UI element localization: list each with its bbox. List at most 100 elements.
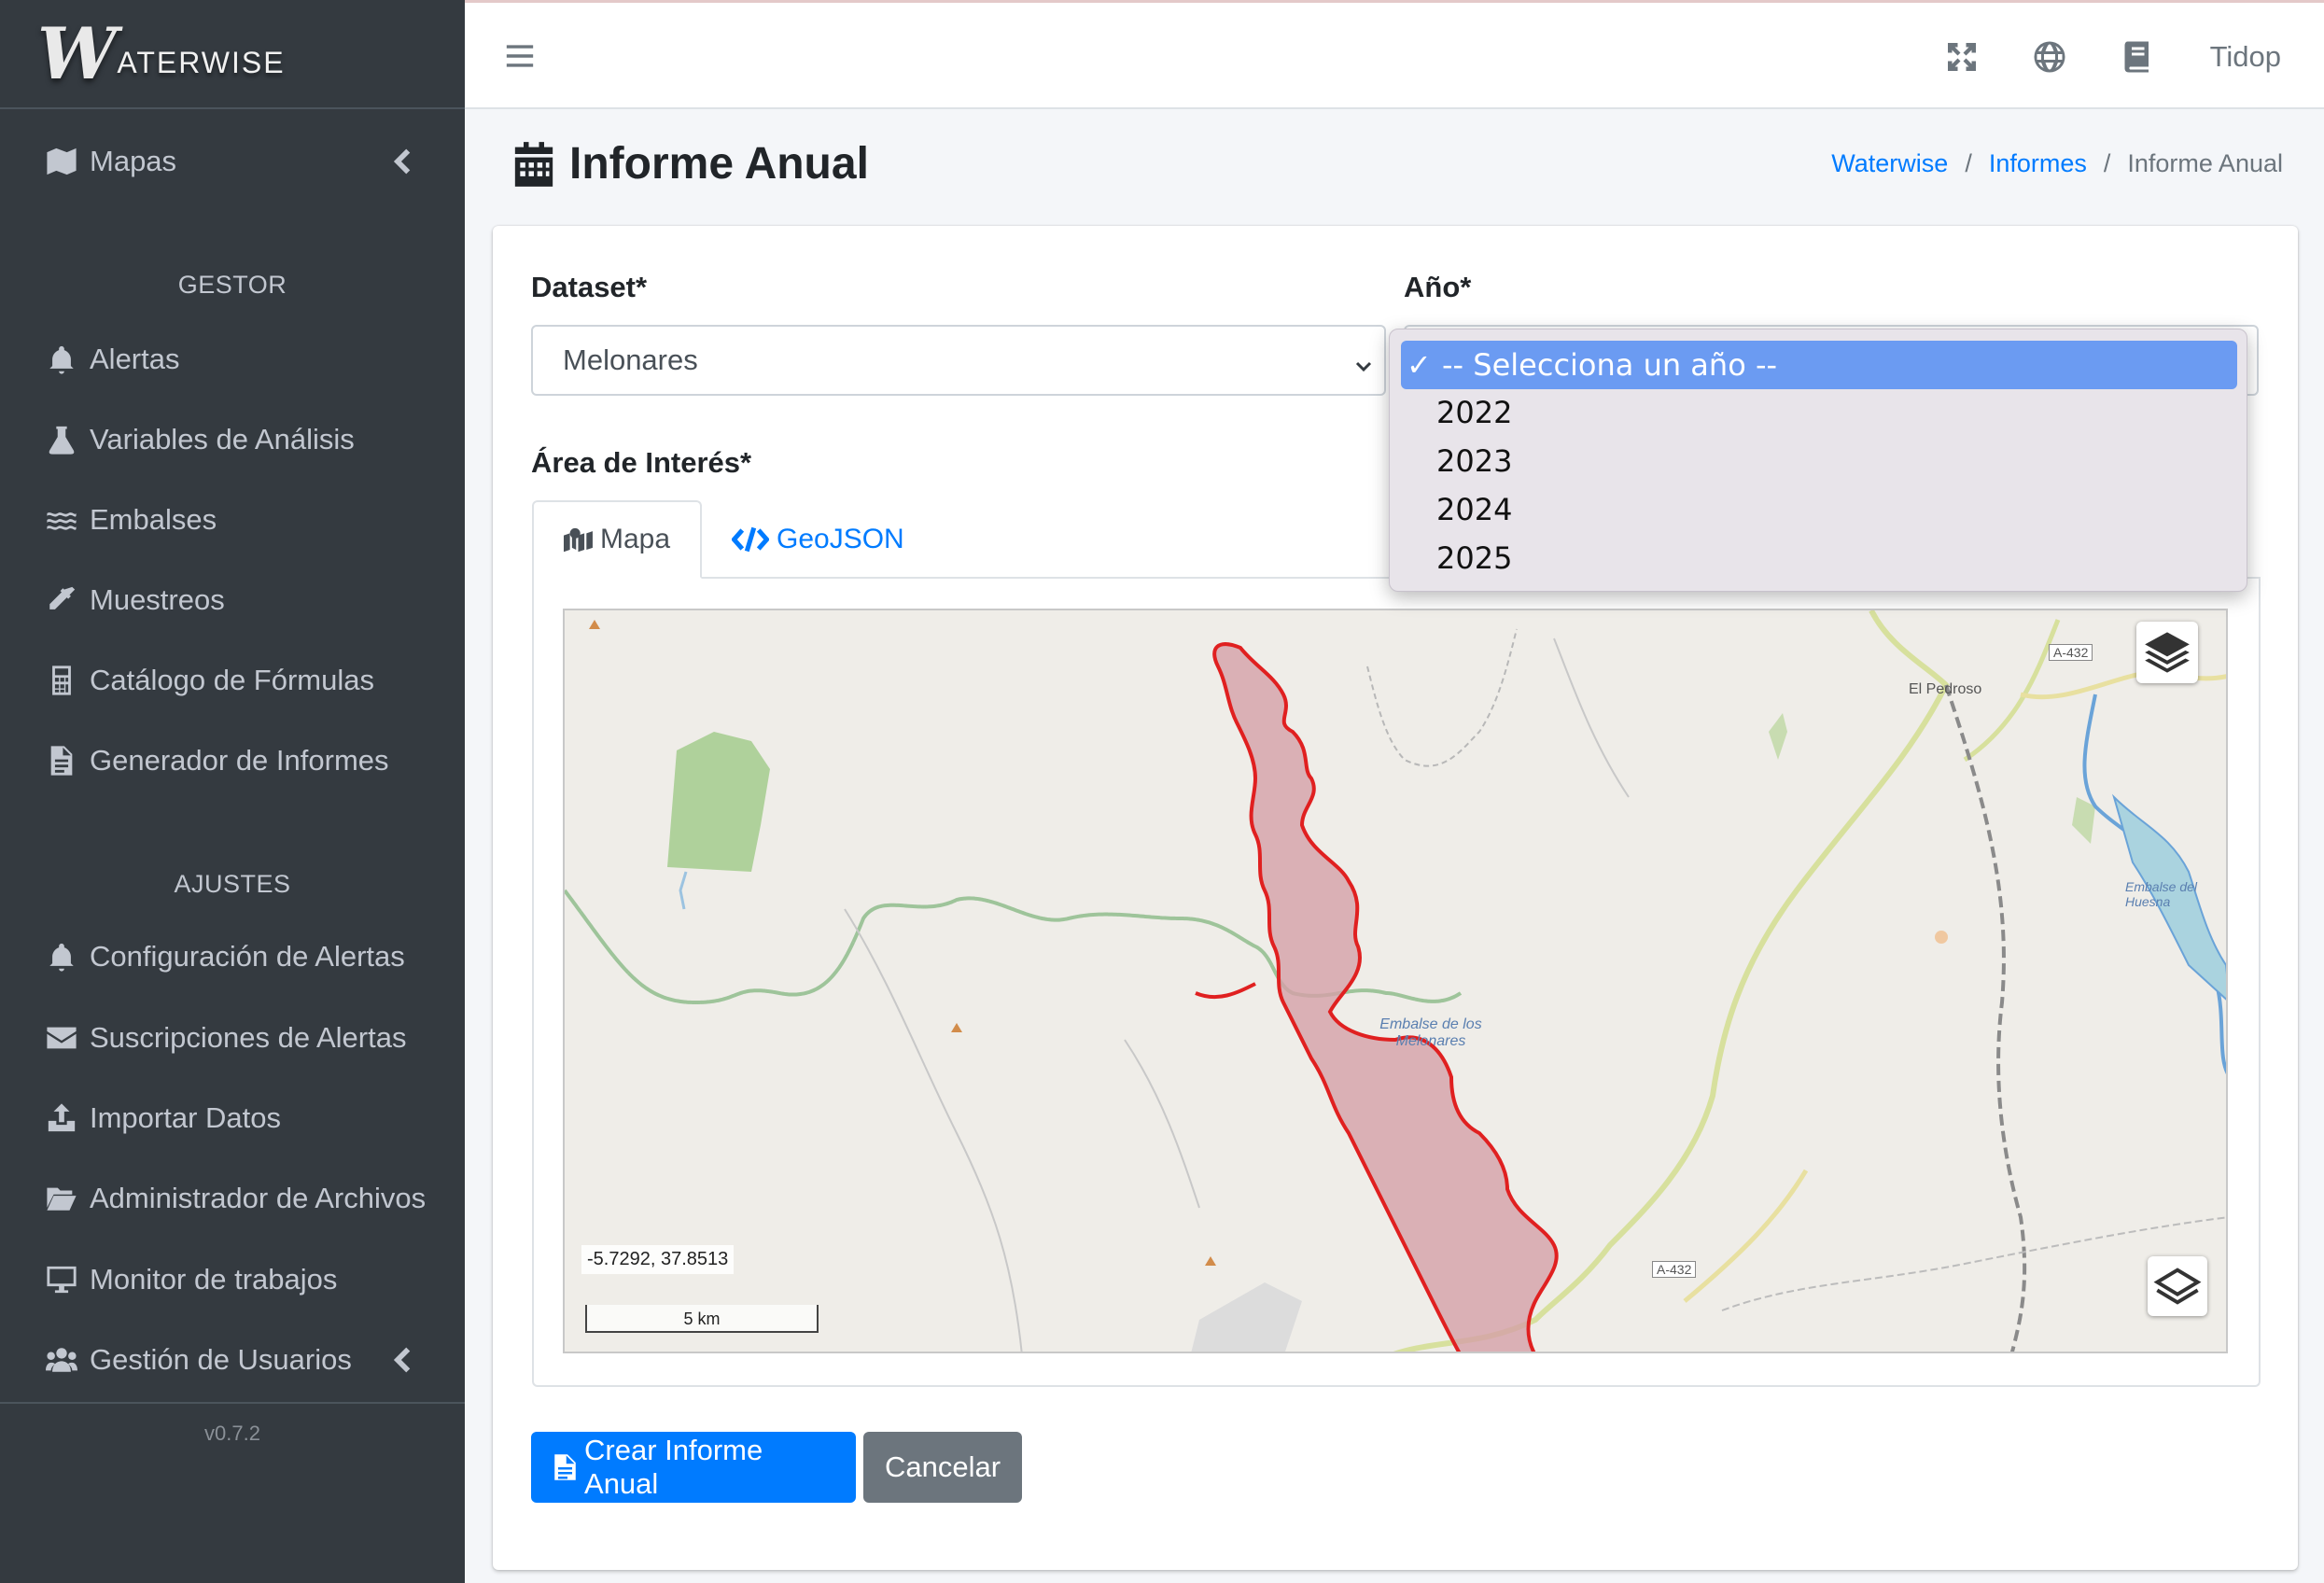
scale-bar: 5 km (585, 1305, 819, 1333)
brand-name: ATERWISE (117, 45, 286, 79)
year-option-2023[interactable]: 2023 (1436, 443, 1512, 479)
sidebar-item-variables[interactable]: Variables de Análisis (0, 407, 465, 472)
sidebar: W ATERWISE Mapas GESTOR Alertas Variable… (0, 0, 465, 1583)
year-option-2022[interactable]: 2022 (1436, 395, 1512, 430)
sidebar-item-label: Alertas (90, 343, 180, 375)
brand-initial: W (37, 11, 117, 95)
sidebar-item-generador[interactable]: Generador de Informes (0, 728, 465, 793)
sidebar-item-label: Monitor de trabajos (90, 1263, 338, 1296)
file-icon (45, 744, 78, 777)
sidebar-item-embalses[interactable]: Embalses (0, 487, 465, 553)
map-icon (45, 145, 78, 178)
sidebar-item-monitor[interactable]: Monitor de trabajos (0, 1247, 465, 1312)
basemap-toggle[interactable] (2148, 1256, 2207, 1316)
year-option-placeholder[interactable]: ✓ -- Selecciona un año -- (1401, 341, 2237, 389)
map-label-road: A-432 (1652, 1261, 1697, 1278)
sidebar-item-label: Generador de Informes (90, 744, 389, 777)
user-menu[interactable]: Tidop (2210, 40, 2281, 74)
page-header: Informe Anual (513, 138, 869, 189)
section-header-gestor: GESTOR (177, 271, 287, 299)
breadcrumb-link-informes[interactable]: Informes (1989, 149, 2087, 178)
sidebar-item-usuarios[interactable]: Gestión de Usuarios (0, 1327, 465, 1393)
map-tiles (565, 610, 2226, 1352)
top-navbar: Tidop (465, 0, 2324, 109)
chevron-down-icon (1352, 351, 1375, 373)
sidebar-item-label: Configuración de Alertas (90, 940, 405, 973)
map-label-reservoir-2: Embalse del Huesna (2125, 879, 2198, 909)
sidebar-item-importar[interactable]: Importar Datos (0, 1086, 465, 1151)
calendar-icon (514, 141, 553, 187)
create-report-label: Crear Informe Anual (584, 1434, 763, 1500)
code-icon (732, 526, 769, 553)
checkmark-icon: ✓ (1407, 347, 1432, 383)
year-option-2025[interactable]: 2025 (1436, 540, 1512, 576)
sidebar-item-muestreos[interactable]: Muestreos (0, 567, 465, 633)
aoi-label: Área de Interés* (531, 446, 752, 479)
version-label: v0.7.2 (204, 1422, 260, 1445)
sidebar-item-archivos[interactable]: Administrador de Archivos (0, 1166, 465, 1231)
sidebar-item-label: Importar Datos (90, 1101, 282, 1134)
sidebar-item-label: Variables de Análisis (90, 423, 355, 455)
sidebar-item-formulas[interactable]: Catálogo de Fórmulas (0, 648, 465, 713)
dataset-select[interactable]: Melonares (531, 325, 1386, 396)
breadcrumb-separator: / (2103, 149, 2111, 177)
sidebar-item-label: Muestreos (90, 583, 225, 616)
dataset-label: Dataset* (531, 271, 648, 303)
chevron-left-icon (388, 146, 420, 177)
section-header-ajustes: AJUSTES (174, 870, 291, 898)
envelope-icon (45, 1021, 78, 1055)
expand-icon[interactable] (1945, 40, 1979, 74)
sidebar-item-label: Administrador de Archivos (90, 1182, 427, 1214)
sidebar-item-suscripciones[interactable]: Suscripciones de Alertas (0, 1005, 465, 1071)
tab-mapa[interactable]: Mapa (532, 500, 702, 579)
breadcrumb-current: Informe Anual (2127, 149, 2283, 177)
map-view[interactable]: El Pedroso A-432 A-432 Embalse de los Me… (563, 609, 2228, 1353)
brand-logo[interactable]: W ATERWISE (0, 0, 465, 109)
sidebar-item-label: Suscripciones de Alertas (90, 1021, 407, 1054)
sidebar-item-label: Catálogo de Fórmulas (90, 664, 374, 696)
area-of-interest-polygon (1212, 642, 1559, 1352)
tab-label: GeoJSON (777, 524, 904, 554)
sidebar-item-label: Embalses (90, 503, 217, 536)
dataset-select-value: Melonares (563, 343, 698, 376)
map-label-reservoir: Embalse de los Melonares (1379, 1016, 1482, 1049)
sidebar-item-config-alertas[interactable]: Configuración de Alertas (0, 924, 465, 989)
upload-icon (45, 1101, 78, 1135)
water-icon (45, 503, 78, 537)
breadcrumb-link-waterwise[interactable]: Waterwise (1831, 149, 1948, 178)
flask-icon (45, 423, 78, 456)
sidebar-item-label: Mapas (90, 145, 177, 177)
calculator-icon (45, 664, 78, 697)
map-label-road: A-432 (2049, 644, 2093, 661)
cancel-button[interactable]: Cancelar (863, 1432, 1022, 1503)
tab-geojson[interactable]: GeoJSON (702, 500, 934, 579)
cancel-label: Cancelar (884, 1450, 1001, 1483)
page-title: Informe Anual (569, 139, 869, 189)
bell-icon (45, 343, 78, 376)
hamburger-menu-icon[interactable] (504, 40, 536, 72)
option-label: -- Selecciona un año -- (1442, 347, 1778, 383)
globe-icon[interactable] (2033, 40, 2066, 74)
map-marked-icon (564, 527, 593, 553)
sidebar-item-alertas[interactable]: Alertas (0, 327, 465, 392)
sidebar-item-label: Gestión de Usuarios (90, 1343, 352, 1376)
year-label: Año* (1404, 271, 1472, 303)
cursor-coordinates: -5.7292, 37.8513 (581, 1245, 735, 1274)
basemap-icon (2153, 1268, 2202, 1305)
layers-control[interactable] (2136, 622, 2198, 683)
desktop-icon (45, 1263, 78, 1296)
tab-label: Mapa (599, 524, 670, 554)
create-report-button[interactable]: Crear Informe Anual (531, 1432, 856, 1503)
folder-open-icon (45, 1182, 78, 1215)
breadcrumb: Waterwise / Informes / Informe Anual (1831, 149, 2283, 178)
sidebar-item-mapas[interactable]: Mapas (0, 129, 465, 194)
map-label-town: El Pedroso (1909, 681, 1982, 697)
divider (0, 1402, 465, 1404)
book-icon[interactable] (2121, 40, 2154, 74)
year-option-2024[interactable]: 2024 (1436, 492, 1512, 527)
forest-area (667, 732, 770, 872)
year-dropdown-list: ✓ -- Selecciona un año -- 2022 2023 2024… (1389, 329, 2247, 592)
bell-icon (45, 940, 78, 974)
eyedropper-icon (45, 583, 78, 617)
layers-icon (2145, 632, 2190, 673)
